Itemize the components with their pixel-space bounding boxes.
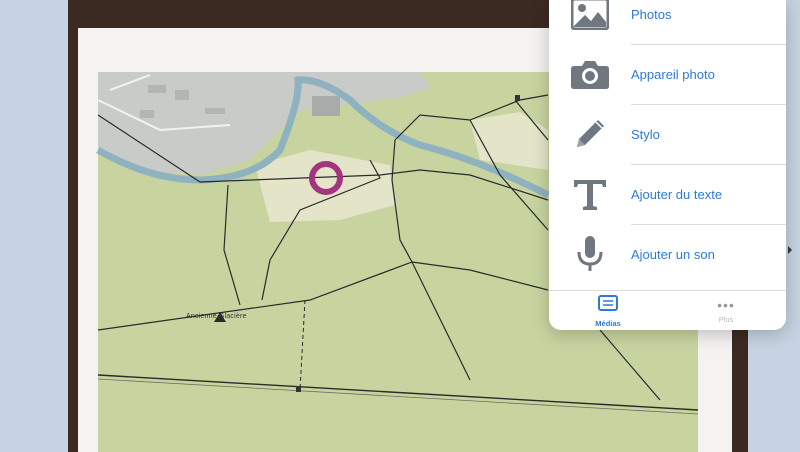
- menu-item-label: Stylo: [631, 126, 660, 142]
- tab-label: Plus: [718, 315, 734, 324]
- chevron-right-icon: [788, 246, 792, 254]
- menu-tab-bar: Médias ••• Plus: [549, 290, 786, 331]
- pen-icon: [549, 104, 631, 164]
- tab-label: Médias: [595, 319, 621, 328]
- media-popover-menu: Photos Appareil photo Stylo Ajouter du t…: [549, 0, 786, 330]
- text-icon: [549, 164, 631, 224]
- menu-item-add-text[interactable]: Ajouter du texte: [549, 164, 786, 224]
- menu-item-label: Ajouter du texte: [631, 186, 723, 202]
- map-place-label: Ancienne Glacière: [186, 313, 247, 320]
- photo-icon: [549, 0, 631, 44]
- menu-item-label: Photos: [631, 6, 672, 22]
- camera-icon: [549, 44, 631, 104]
- media-icon: [598, 295, 618, 316]
- menu-item-pen[interactable]: Stylo: [549, 104, 786, 164]
- menu-item-camera[interactable]: Appareil photo: [549, 44, 786, 104]
- menu-item-label: Ajouter un son: [631, 246, 715, 262]
- microphone-icon: [549, 224, 631, 284]
- tab-media[interactable]: Médias: [549, 295, 667, 329]
- menu-item-photos[interactable]: Photos: [549, 0, 786, 44]
- menu-item-label: Appareil photo: [631, 66, 715, 82]
- more-dots-icon: •••: [717, 297, 735, 313]
- tab-more[interactable]: ••• Plus: [667, 295, 785, 329]
- menu-item-add-sound[interactable]: Ajouter un son: [549, 224, 786, 284]
